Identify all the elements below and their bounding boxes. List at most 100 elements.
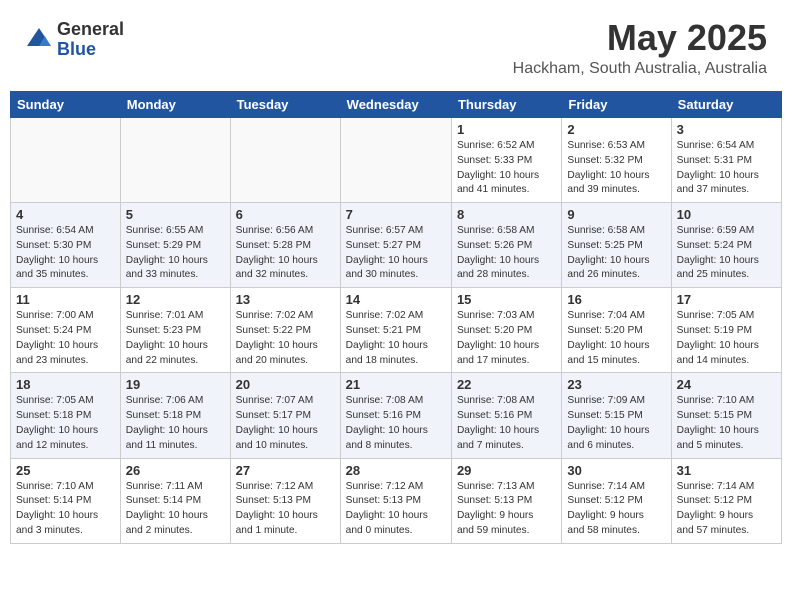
calendar-cell: 29 Sunrise: 7:13 AM Sunset: 5:13 PM Dayli…: [451, 458, 561, 543]
calendar-cell: 9 Sunrise: 6:58 AM Sunset: 5:25 PM Daylig…: [562, 203, 671, 288]
logo-general: General: [57, 20, 124, 40]
day-info: Sunrise: 7:07 AM Sunset: 5:17 PM Dayligh…: [236, 394, 335, 453]
day-info: Sunrise: 6:52 AM Sunset: 5:33 PM Dayligh…: [457, 139, 556, 198]
day-number: 17: [677, 292, 776, 307]
logo-blue: Blue: [57, 40, 124, 60]
day-info: Sunrise: 7:00 AM Sunset: 5:24 PM Dayligh…: [16, 309, 115, 368]
day-info: Sunrise: 7:14 AM Sunset: 5:12 PM Dayligh…: [677, 480, 776, 539]
day-number: 15: [457, 292, 556, 307]
calendar-cell: 18 Sunrise: 7:05 AM Sunset: 5:18 PM Dayli…: [11, 373, 121, 458]
weekday-header-sunday: Sunday: [11, 92, 121, 118]
calendar-cell: 7 Sunrise: 6:57 AM Sunset: 5:27 PM Daylig…: [340, 203, 451, 288]
day-number: 13: [236, 292, 335, 307]
calendar-week-row: 11 Sunrise: 7:00 AM Sunset: 5:24 PM Dayli…: [11, 288, 782, 373]
day-number: 21: [346, 377, 446, 392]
day-number: 30: [567, 463, 665, 478]
calendar-cell: 10 Sunrise: 6:59 AM Sunset: 5:24 PM Dayli…: [671, 203, 781, 288]
day-info: Sunrise: 6:55 AM Sunset: 5:29 PM Dayligh…: [126, 224, 225, 283]
day-info: Sunrise: 7:05 AM Sunset: 5:19 PM Dayligh…: [677, 309, 776, 368]
calendar-cell: 30Sunrise: 7:14 AM Sunset: 5:12 PM Dayli…: [562, 458, 671, 543]
day-number: 19: [126, 377, 225, 392]
day-number: 23: [567, 377, 665, 392]
day-number: 4: [16, 207, 115, 222]
day-info: Sunrise: 6:57 AM Sunset: 5:27 PM Dayligh…: [346, 224, 446, 283]
calendar-cell: [120, 118, 230, 203]
day-number: 8: [457, 207, 556, 222]
weekday-header-monday: Monday: [120, 92, 230, 118]
day-number: 14: [346, 292, 446, 307]
calendar-title: May 2025: [513, 20, 767, 56]
calendar-cell: 6Sunrise: 6:56 AM Sunset: 5:28 PM Daylig…: [230, 203, 340, 288]
day-number: 27: [236, 463, 335, 478]
day-info: Sunrise: 6:58 AM Sunset: 5:26 PM Dayligh…: [457, 224, 556, 283]
day-number: 5: [126, 207, 225, 222]
day-info: Sunrise: 7:01 AM Sunset: 5:23 PM Dayligh…: [126, 309, 225, 368]
day-number: 7: [346, 207, 446, 222]
calendar-cell: [11, 118, 121, 203]
day-number: 9: [567, 207, 665, 222]
calendar-cell: 20 Sunrise: 7:07 AM Sunset: 5:17 PM Dayli…: [230, 373, 340, 458]
calendar-cell: 17 Sunrise: 7:05 AM Sunset: 5:19 PM Dayli…: [671, 288, 781, 373]
calendar-week-row: 25Sunrise: 7:10 AM Sunset: 5:14 PM Dayli…: [11, 458, 782, 543]
day-info: Sunrise: 6:59 AM Sunset: 5:24 PM Dayligh…: [677, 224, 776, 283]
calendar-subtitle: Hackham, South Australia, Australia: [513, 60, 767, 78]
calendar-cell: 8 Sunrise: 6:58 AM Sunset: 5:26 PM Daylig…: [451, 203, 561, 288]
calendar-table: SundayMondayTuesdayWednesdayThursdayFrid…: [10, 91, 782, 544]
calendar-cell: 23Sunrise: 7:09 AM Sunset: 5:15 PM Dayli…: [562, 373, 671, 458]
calendar-cell: 27Sunrise: 7:12 AM Sunset: 5:13 PM Dayli…: [230, 458, 340, 543]
weekday-header-thursday: Thursday: [451, 92, 561, 118]
calendar-cell: 12 Sunrise: 7:01 AM Sunset: 5:23 PM Dayli…: [120, 288, 230, 373]
weekday-header-tuesday: Tuesday: [230, 92, 340, 118]
calendar-cell: 19Sunrise: 7:06 AM Sunset: 5:18 PM Dayli…: [120, 373, 230, 458]
weekday-header-wednesday: Wednesday: [340, 92, 451, 118]
day-info: Sunrise: 7:03 AM Sunset: 5:20 PM Dayligh…: [457, 309, 556, 368]
day-number: 3: [677, 122, 776, 137]
day-info: Sunrise: 7:08 AM Sunset: 5:16 PM Dayligh…: [346, 394, 446, 453]
day-info: Sunrise: 7:08 AM Sunset: 5:16 PM Dayligh…: [457, 394, 556, 453]
calendar-cell: 2 Sunrise: 6:53 AM Sunset: 5:32 PM Daylig…: [562, 118, 671, 203]
day-number: 10: [677, 207, 776, 222]
day-info: Sunrise: 6:58 AM Sunset: 5:25 PM Dayligh…: [567, 224, 665, 283]
calendar-cell: [230, 118, 340, 203]
calendar-cell: 1Sunrise: 6:52 AM Sunset: 5:33 PM Daylig…: [451, 118, 561, 203]
day-number: 25: [16, 463, 115, 478]
weekday-header-saturday: Saturday: [671, 92, 781, 118]
day-info: Sunrise: 7:10 AM Sunset: 5:15 PM Dayligh…: [677, 394, 776, 453]
calendar-cell: 28 Sunrise: 7:12 AM Sunset: 5:13 PM Dayli…: [340, 458, 451, 543]
calendar-cell: 22 Sunrise: 7:08 AM Sunset: 5:16 PM Dayli…: [451, 373, 561, 458]
day-info: Sunrise: 7:12 AM Sunset: 5:13 PM Dayligh…: [346, 480, 446, 539]
weekday-header-row: SundayMondayTuesdayWednesdayThursdayFrid…: [11, 92, 782, 118]
day-number: 16: [567, 292, 665, 307]
day-number: 31: [677, 463, 776, 478]
day-number: 29: [457, 463, 556, 478]
day-info: Sunrise: 6:53 AM Sunset: 5:32 PM Dayligh…: [567, 139, 665, 198]
day-info: Sunrise: 6:54 AM Sunset: 5:31 PM Dayligh…: [677, 139, 776, 198]
day-info: Sunrise: 7:04 AM Sunset: 5:20 PM Dayligh…: [567, 309, 665, 368]
day-number: 12: [126, 292, 225, 307]
day-number: 28: [346, 463, 446, 478]
calendar-week-row: 18 Sunrise: 7:05 AM Sunset: 5:18 PM Dayli…: [11, 373, 782, 458]
calendar-cell: 15 Sunrise: 7:03 AM Sunset: 5:20 PM Dayli…: [451, 288, 561, 373]
day-info: Sunrise: 7:13 AM Sunset: 5:13 PM Dayligh…: [457, 480, 556, 539]
weekday-header-friday: Friday: [562, 92, 671, 118]
day-info: Sunrise: 7:11 AM Sunset: 5:14 PM Dayligh…: [126, 480, 225, 539]
calendar-cell: 26Sunrise: 7:11 AM Sunset: 5:14 PM Dayli…: [120, 458, 230, 543]
logo: General Blue: [25, 20, 124, 60]
calendar-cell: 31 Sunrise: 7:14 AM Sunset: 5:12 PM Dayli…: [671, 458, 781, 543]
day-number: 22: [457, 377, 556, 392]
day-info: Sunrise: 7:02 AM Sunset: 5:21 PM Dayligh…: [346, 309, 446, 368]
day-number: 18: [16, 377, 115, 392]
day-info: Sunrise: 7:05 AM Sunset: 5:18 PM Dayligh…: [16, 394, 115, 453]
day-number: 11: [16, 292, 115, 307]
page-header: General Blue May 2025 Hackham, South Aus…: [10, 10, 782, 83]
calendar-cell: 13 Sunrise: 7:02 AM Sunset: 5:22 PM Dayli…: [230, 288, 340, 373]
calendar-cell: 3 Sunrise: 6:54 AM Sunset: 5:31 PM Daylig…: [671, 118, 781, 203]
day-number: 2: [567, 122, 665, 137]
calendar-week-row: 4 Sunrise: 6:54 AM Sunset: 5:30 PM Daylig…: [11, 203, 782, 288]
calendar-week-row: 1Sunrise: 6:52 AM Sunset: 5:33 PM Daylig…: [11, 118, 782, 203]
day-info: Sunrise: 6:56 AM Sunset: 5:28 PM Dayligh…: [236, 224, 335, 283]
calendar-cell: 21 Sunrise: 7:08 AM Sunset: 5:16 PM Dayli…: [340, 373, 451, 458]
day-number: 20: [236, 377, 335, 392]
day-info: Sunrise: 6:54 AM Sunset: 5:30 PM Dayligh…: [16, 224, 115, 283]
day-info: Sunrise: 7:02 AM Sunset: 5:22 PM Dayligh…: [236, 309, 335, 368]
